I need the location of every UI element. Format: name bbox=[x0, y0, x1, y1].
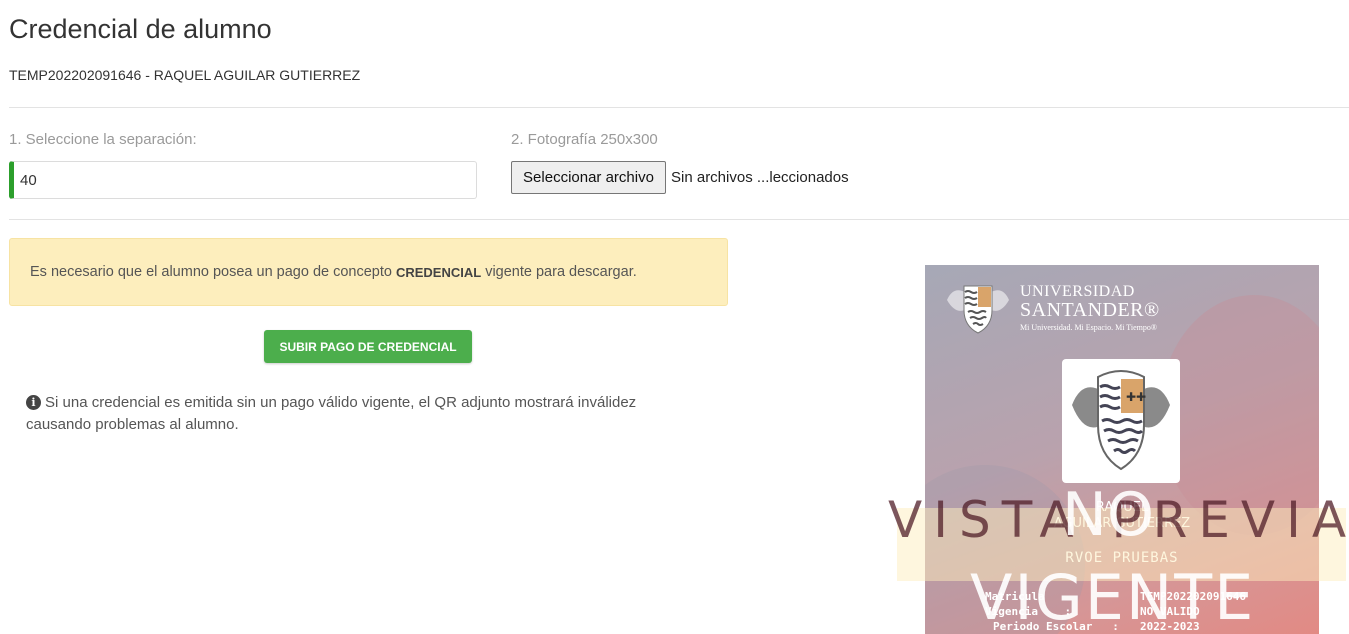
page-title: Credencial de alumno bbox=[9, 14, 272, 44]
svg-text:✚✚: ✚✚ bbox=[1126, 390, 1146, 404]
select-file-button[interactable]: Seleccionar archivo bbox=[511, 161, 666, 194]
alert-text-after: vigente para descargar. bbox=[485, 264, 637, 280]
student-photo-placeholder: ✚✚ bbox=[1062, 359, 1180, 483]
upload-payment-button[interactable]: SUBIR PAGO DE CREDENCIAL bbox=[264, 330, 472, 363]
university-name-line2: SANTANDER® bbox=[1020, 299, 1160, 321]
student-identifier: TEMP202202091646 - RAQUEL AGUILAR GUTIER… bbox=[9, 67, 361, 83]
separation-input[interactable] bbox=[9, 161, 477, 199]
university-slogan: Mi Universidad. Mi Espacio. Mi Tiempo® bbox=[1020, 323, 1157, 332]
info-circle-icon: i bbox=[26, 395, 41, 410]
photo-label: 2. Fotografía 250x300 bbox=[511, 131, 658, 148]
separation-label: 1. Seleccione la separación: bbox=[9, 131, 197, 148]
payment-warning-alert: Es necesario que el alumno posea un pago… bbox=[9, 238, 728, 306]
university-crest-icon bbox=[947, 285, 1009, 334]
file-status: Sin archivos ...leccionados bbox=[671, 169, 849, 186]
divider bbox=[9, 107, 1349, 108]
watermark-vigente: VIGENTE bbox=[970, 561, 1256, 634]
alert-text-before: Es necesario que el alumno posea un pago… bbox=[30, 264, 392, 280]
info-text: Si una credencial es emitida sin un pago… bbox=[26, 394, 637, 433]
watermark-no: NO bbox=[1062, 480, 1155, 550]
alert-concept: CREDENCIAL bbox=[395, 264, 482, 280]
divider bbox=[9, 219, 1349, 220]
university-crest-icon: ✚✚ bbox=[1072, 370, 1170, 471]
info-note: i Si una credencial es emitida sin un pag… bbox=[26, 392, 686, 436]
